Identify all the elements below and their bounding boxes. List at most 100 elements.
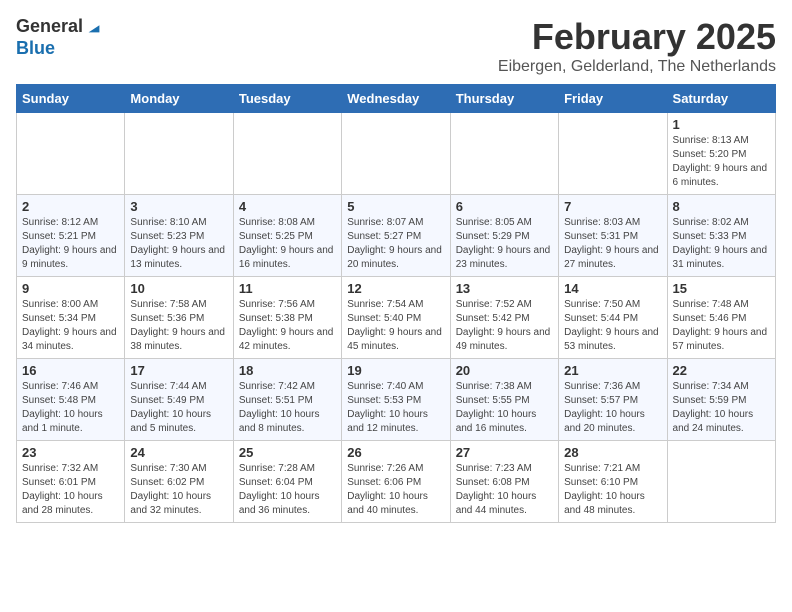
calendar-cell: 26 Sunrise: 7:26 AM Sunset: 6:06 PM Dayli… <box>342 441 450 523</box>
day-info: Sunrise: 8:05 AM Sunset: 5:29 PM Dayligh… <box>456 216 553 272</box>
calendar-cell: 13 Sunrise: 7:52 AM Sunset: 5:42 PM Dayli… <box>450 277 558 359</box>
day-number: 1 <box>673 117 770 132</box>
day-number: 26 <box>347 445 444 460</box>
logo-general: General <box>16 16 83 38</box>
day-number: 28 <box>564 445 661 460</box>
day-number: 23 <box>22 445 119 460</box>
day-number: 3 <box>130 199 227 214</box>
day-number: 10 <box>130 281 227 296</box>
title-block: February 2025 Eibergen, Gelderland, The … <box>498 16 776 76</box>
calendar-cell <box>342 113 450 195</box>
calendar-cell: 20 Sunrise: 7:38 AM Sunset: 5:55 PM Dayli… <box>450 359 558 441</box>
day-number: 20 <box>456 363 553 378</box>
calendar-cell: 25 Sunrise: 7:28 AM Sunset: 6:04 PM Dayli… <box>233 441 341 523</box>
day-number: 19 <box>347 363 444 378</box>
day-number: 25 <box>239 445 336 460</box>
day-number: 14 <box>564 281 661 296</box>
day-info: Sunrise: 7:32 AM Sunset: 6:01 PM Dayligh… <box>22 462 119 518</box>
day-info: Sunrise: 8:00 AM Sunset: 5:34 PM Dayligh… <box>22 298 119 354</box>
day-info: Sunrise: 7:46 AM Sunset: 5:48 PM Dayligh… <box>22 380 119 436</box>
day-number: 16 <box>22 363 119 378</box>
calendar-cell: 22 Sunrise: 7:34 AM Sunset: 5:59 PM Dayli… <box>667 359 775 441</box>
day-info: Sunrise: 7:54 AM Sunset: 5:40 PM Dayligh… <box>347 298 444 354</box>
weekday-header-monday: Monday <box>125 85 233 113</box>
day-info: Sunrise: 7:23 AM Sunset: 6:08 PM Dayligh… <box>456 462 553 518</box>
calendar-cell <box>559 113 667 195</box>
week-row-3: 9Sunrise: 8:00 AM Sunset: 5:34 PM Daylig… <box>17 277 776 359</box>
calendar-cell <box>233 113 341 195</box>
day-info: Sunrise: 7:36 AM Sunset: 5:57 PM Dayligh… <box>564 380 661 436</box>
logo-icon <box>85 18 103 36</box>
day-info: Sunrise: 8:07 AM Sunset: 5:27 PM Dayligh… <box>347 216 444 272</box>
day-number: 24 <box>130 445 227 460</box>
calendar-cell: 21 Sunrise: 7:36 AM Sunset: 5:57 PM Dayli… <box>559 359 667 441</box>
day-info: Sunrise: 8:02 AM Sunset: 5:33 PM Dayligh… <box>673 216 770 272</box>
day-info: Sunrise: 8:12 AM Sunset: 5:21 PM Dayligh… <box>22 216 119 272</box>
day-info: Sunrise: 7:52 AM Sunset: 5:42 PM Dayligh… <box>456 298 553 354</box>
day-info: Sunrise: 7:56 AM Sunset: 5:38 PM Dayligh… <box>239 298 336 354</box>
calendar-cell: 24 Sunrise: 7:30 AM Sunset: 6:02 PM Dayli… <box>125 441 233 523</box>
day-info: Sunrise: 7:40 AM Sunset: 5:53 PM Dayligh… <box>347 380 444 436</box>
calendar-cell: 4 Sunrise: 8:08 AM Sunset: 5:25 PM Daylig… <box>233 195 341 277</box>
calendar-cell: 27 Sunrise: 7:23 AM Sunset: 6:08 PM Dayli… <box>450 441 558 523</box>
day-info: Sunrise: 7:58 AM Sunset: 5:36 PM Dayligh… <box>130 298 227 354</box>
day-info: Sunrise: 7:50 AM Sunset: 5:44 PM Dayligh… <box>564 298 661 354</box>
calendar-cell: 3Sunrise: 8:10 AM Sunset: 5:23 PM Daylig… <box>125 195 233 277</box>
week-row-4: 16 Sunrise: 7:46 AM Sunset: 5:48 PM Dayli… <box>17 359 776 441</box>
day-info: Sunrise: 7:30 AM Sunset: 6:02 PM Dayligh… <box>130 462 227 518</box>
week-row-2: 2 Sunrise: 8:12 AM Sunset: 5:21 PM Daylig… <box>17 195 776 277</box>
day-number: 18 <box>239 363 336 378</box>
day-info: Sunrise: 7:48 AM Sunset: 5:46 PM Dayligh… <box>673 298 770 354</box>
day-info: Sunrise: 7:44 AM Sunset: 5:49 PM Dayligh… <box>130 380 227 436</box>
calendar-cell <box>450 113 558 195</box>
day-info: Sunrise: 8:03 AM Sunset: 5:31 PM Dayligh… <box>564 216 661 272</box>
calendar-cell: 28Sunrise: 7:21 AM Sunset: 6:10 PM Dayli… <box>559 441 667 523</box>
calendar-cell: 18Sunrise: 7:42 AM Sunset: 5:51 PM Dayli… <box>233 359 341 441</box>
day-number: 22 <box>673 363 770 378</box>
day-number: 7 <box>564 199 661 214</box>
day-number: 27 <box>456 445 553 460</box>
week-row-5: 23 Sunrise: 7:32 AM Sunset: 6:01 PM Dayli… <box>17 441 776 523</box>
day-info: Sunrise: 7:38 AM Sunset: 5:55 PM Dayligh… <box>456 380 553 436</box>
day-number: 2 <box>22 199 119 214</box>
day-number: 8 <box>673 199 770 214</box>
weekday-header-wednesday: Wednesday <box>342 85 450 113</box>
week-row-1: 1 Sunrise: 8:13 AM Sunset: 5:20 PM Daylig… <box>17 113 776 195</box>
calendar-cell: 16 Sunrise: 7:46 AM Sunset: 5:48 PM Dayli… <box>17 359 125 441</box>
calendar-cell: 7 Sunrise: 8:03 AM Sunset: 5:31 PM Daylig… <box>559 195 667 277</box>
calendar-table: SundayMondayTuesdayWednesdayThursdayFrid… <box>16 84 776 523</box>
calendar-cell: 8 Sunrise: 8:02 AM Sunset: 5:33 PM Daylig… <box>667 195 775 277</box>
calendar-title: February 2025 <box>498 16 776 58</box>
day-number: 11 <box>239 281 336 296</box>
weekday-header-friday: Friday <box>559 85 667 113</box>
header: General Blue February 2025 Eibergen, Gel… <box>16 16 776 76</box>
calendar-cell <box>667 441 775 523</box>
day-number: 12 <box>347 281 444 296</box>
day-info: Sunrise: 7:34 AM Sunset: 5:59 PM Dayligh… <box>673 380 770 436</box>
calendar-cell: 14 Sunrise: 7:50 AM Sunset: 5:44 PM Dayli… <box>559 277 667 359</box>
day-info: Sunrise: 8:13 AM Sunset: 5:20 PM Dayligh… <box>673 134 770 190</box>
day-number: 15 <box>673 281 770 296</box>
day-info: Sunrise: 7:26 AM Sunset: 6:06 PM Dayligh… <box>347 462 444 518</box>
calendar-cell: 17 Sunrise: 7:44 AM Sunset: 5:49 PM Dayli… <box>125 359 233 441</box>
day-number: 13 <box>456 281 553 296</box>
calendar-cell: 10 Sunrise: 7:58 AM Sunset: 5:36 PM Dayli… <box>125 277 233 359</box>
day-info: Sunrise: 7:28 AM Sunset: 6:04 PM Dayligh… <box>239 462 336 518</box>
logo: General Blue <box>16 16 103 59</box>
calendar-cell: 23 Sunrise: 7:32 AM Sunset: 6:01 PM Dayli… <box>17 441 125 523</box>
day-number: 4 <box>239 199 336 214</box>
calendar-cell: 12 Sunrise: 7:54 AM Sunset: 5:40 PM Dayli… <box>342 277 450 359</box>
calendar-cell: 1 Sunrise: 8:13 AM Sunset: 5:20 PM Daylig… <box>667 113 775 195</box>
calendar-cell: 5Sunrise: 8:07 AM Sunset: 5:27 PM Daylig… <box>342 195 450 277</box>
weekday-header-saturday: Saturday <box>667 85 775 113</box>
day-number: 6 <box>456 199 553 214</box>
calendar-cell: 15 Sunrise: 7:48 AM Sunset: 5:46 PM Dayli… <box>667 277 775 359</box>
calendar-cell: 2 Sunrise: 8:12 AM Sunset: 5:21 PM Daylig… <box>17 195 125 277</box>
calendar-cell <box>125 113 233 195</box>
weekday-header-tuesday: Tuesday <box>233 85 341 113</box>
day-info: Sunrise: 8:08 AM Sunset: 5:25 PM Dayligh… <box>239 216 336 272</box>
day-number: 17 <box>130 363 227 378</box>
day-number: 21 <box>564 363 661 378</box>
calendar-cell: 6 Sunrise: 8:05 AM Sunset: 5:29 PM Daylig… <box>450 195 558 277</box>
calendar-subtitle: Eibergen, Gelderland, The Netherlands <box>498 58 776 76</box>
